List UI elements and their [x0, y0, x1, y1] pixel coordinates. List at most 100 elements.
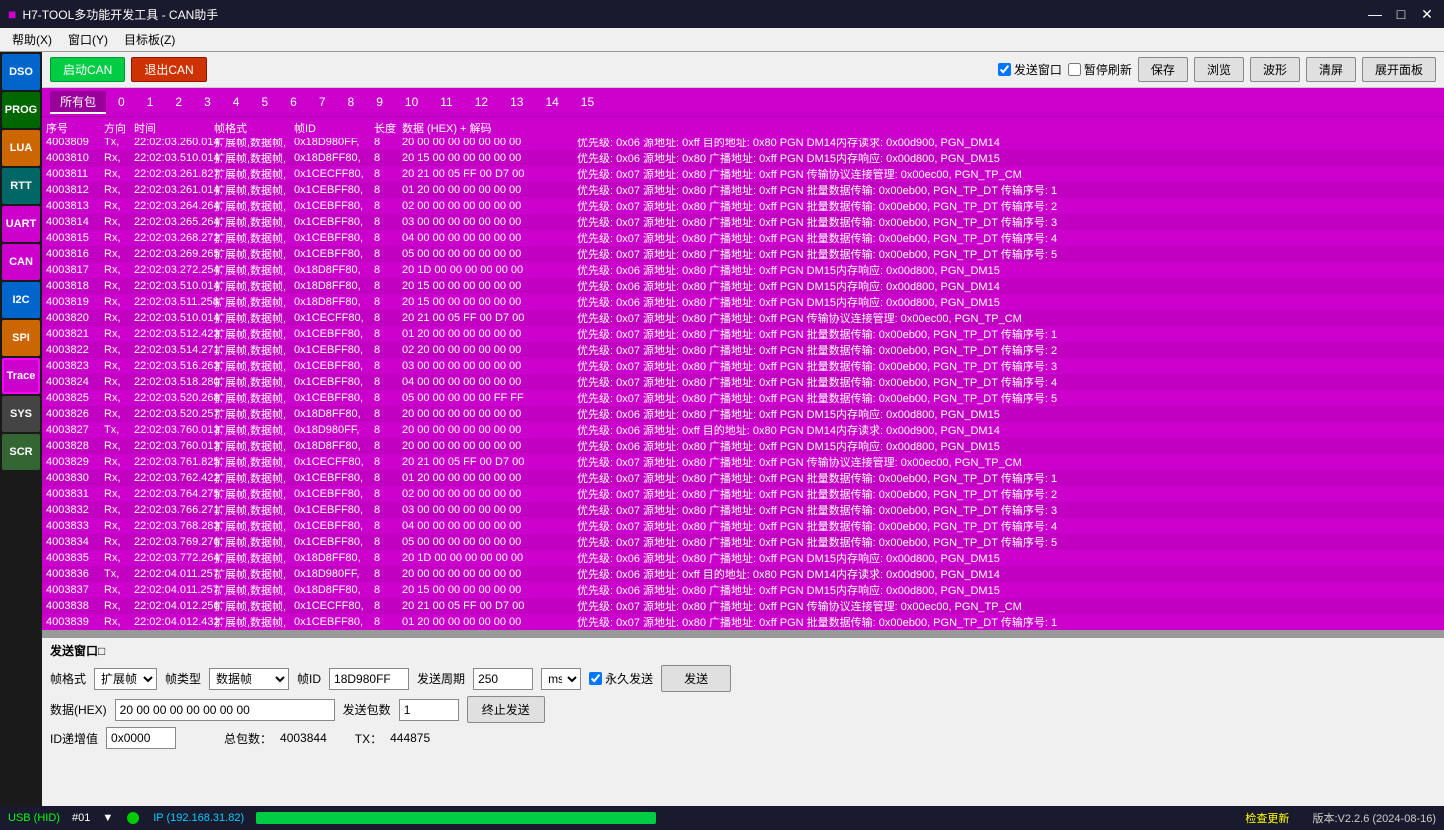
pause-checkbox[interactable] [1068, 63, 1081, 76]
filter-tab-6[interactable]: 6 [280, 93, 307, 111]
close-button[interactable]: ✕ [1418, 5, 1436, 23]
sidebar-btn-prog[interactable]: PROG [2, 92, 40, 128]
filter-tab-2[interactable]: 2 [165, 93, 192, 111]
clear-button[interactable]: 清屏 [1306, 57, 1356, 82]
filter-tab-5[interactable]: 5 [251, 93, 278, 111]
table-row[interactable]: 4003826 Rx, 22:02:03.520.257, 扩展帧,数据帧, 0… [42, 406, 1444, 422]
wave-button[interactable]: 波形 [1250, 57, 1300, 82]
browse-button[interactable]: 浏览 [1194, 57, 1244, 82]
table-row[interactable]: 4003834 Rx, 22:02:03.769.276, 扩展帧,数据帧, 0… [42, 534, 1444, 550]
table-row[interactable]: 4003839 Rx, 22:02:04.012.432, 扩展帧,数据帧, 0… [42, 614, 1444, 630]
cell-dir: Rx, [104, 296, 134, 308]
table-row[interactable]: 4003830 Rx, 22:02:03.762.422, 扩展帧,数据帧, 0… [42, 470, 1444, 486]
title-bar-controls: — □ ✕ [1366, 5, 1436, 23]
send-window-checkbox[interactable] [998, 63, 1011, 76]
cell-fmt: 扩展帧,数据帧, [214, 374, 294, 390]
table-row[interactable]: 4003833 Rx, 22:02:03.768.283, 扩展帧,数据帧, 0… [42, 518, 1444, 534]
filter-tab-15[interactable]: 15 [571, 93, 604, 111]
table-row[interactable]: 4003813 Rx, 22:02:03.264.264, 扩展帧,数据帧, 0… [42, 198, 1444, 214]
filter-all-tab[interactable]: 所有包 [50, 91, 106, 114]
cell-dir: Rx, [104, 520, 134, 532]
cell-seq: 4003835 [46, 552, 104, 564]
minimize-button[interactable]: — [1366, 5, 1384, 23]
menu-target[interactable]: 目标板(Z) [116, 29, 183, 50]
stop-can-button[interactable]: 退出CAN [131, 57, 206, 82]
save-button[interactable]: 保存 [1138, 57, 1188, 82]
filter-tab-3[interactable]: 3 [194, 93, 221, 111]
sidebar-btn-uart[interactable]: UART [2, 206, 40, 242]
table-row[interactable]: 4003818 Rx, 22:02:03.510.014, 扩展帧,数据帧, 0… [42, 278, 1444, 294]
cell-time: 22:02:03.520.268, [134, 392, 214, 404]
data-grid[interactable]: 4003807 Rx, 22:02:03.020.258, 扩展帧,数据帧, 0… [42, 138, 1444, 630]
cell-time: 22:02:03.261.827, [134, 168, 214, 180]
frame-format-select[interactable]: 扩展帧 标准帧 [94, 668, 157, 690]
start-can-button[interactable]: 启动CAN [50, 57, 125, 82]
send-count-input[interactable] [399, 699, 459, 721]
filter-tab-12[interactable]: 12 [465, 93, 498, 111]
send-interval-label: 发送周期 [417, 670, 465, 687]
sidebar-btn-can[interactable]: CAN [2, 244, 40, 280]
stop-send-button[interactable]: 终止发送 [467, 696, 545, 723]
send-interval-unit[interactable]: ms [541, 668, 581, 690]
send-window-checkbox-label: 发送窗口 [998, 61, 1062, 78]
filter-tab-14[interactable]: 14 [535, 93, 568, 111]
forever-send-checkbox[interactable] [589, 672, 602, 685]
table-row[interactable]: 4003825 Rx, 22:02:03.520.268, 扩展帧,数据帧, 0… [42, 390, 1444, 406]
table-row[interactable]: 4003822 Rx, 22:02:03.514.271, 扩展帧,数据帧, 0… [42, 342, 1444, 358]
expand-button[interactable]: 展开面板 [1362, 57, 1436, 82]
frame-id-input[interactable] [329, 668, 409, 690]
frame-type-select[interactable]: 数据帧 远程帧 [209, 668, 289, 690]
maximize-button[interactable]: □ [1392, 5, 1410, 23]
table-row[interactable]: 4003816 Rx, 22:02:03.269.265, 扩展帧,数据帧, 0… [42, 246, 1444, 262]
id-channel-input[interactable] [106, 727, 176, 749]
table-row[interactable]: 4003812 Rx, 22:02:03.261.014, 扩展帧,数据帧, 0… [42, 182, 1444, 198]
filter-tab-0[interactable]: 0 [108, 93, 135, 111]
filter-tab-8[interactable]: 8 [338, 93, 365, 111]
cell-id: 0x1CEBFF80, [294, 200, 374, 212]
filter-tab-13[interactable]: 13 [500, 93, 533, 111]
sidebar-btn-trace[interactable]: Trace [2, 358, 40, 394]
table-row[interactable]: 4003815 Rx, 22:02:03.268.272, 扩展帧,数据帧, 0… [42, 230, 1444, 246]
table-row[interactable]: 4003831 Rx, 22:02:03.764.275, 扩展帧,数据帧, 0… [42, 486, 1444, 502]
filter-tab-4[interactable]: 4 [223, 93, 250, 111]
data-hex-input[interactable] [115, 699, 335, 721]
sidebar-btn-spi[interactable]: SPI [2, 320, 40, 356]
table-row[interactable]: 4003820 Rx, 22:02:03.510.014, 扩展帧,数据帧, 0… [42, 310, 1444, 326]
send-button[interactable]: 发送 [661, 665, 731, 692]
filter-tab-11[interactable]: 11 [430, 93, 462, 111]
table-row[interactable]: 4003838 Rx, 22:02:04.012.256, 扩展帧,数据帧, 0… [42, 598, 1444, 614]
table-row[interactable]: 4003821 Rx, 22:02:03.512.423, 扩展帧,数据帧, 0… [42, 326, 1444, 342]
cell-data: 02 00 00 00 00 00 00 00 [402, 200, 577, 212]
sidebar-btn-lua[interactable]: LUA [2, 130, 40, 166]
send-interval-input[interactable] [473, 668, 533, 690]
sidebar-btn-sys[interactable]: SYS [2, 396, 40, 432]
table-row[interactable]: 4003819 Rx, 22:02:03.511.258, 扩展帧,数据帧, 0… [42, 294, 1444, 310]
table-row[interactable]: 4003828 Rx, 22:02:03.760.013, 扩展帧,数据帧, 0… [42, 438, 1444, 454]
table-row[interactable]: 4003814 Rx, 22:02:03.265.264, 扩展帧,数据帧, 0… [42, 214, 1444, 230]
menu-window[interactable]: 窗口(Y) [60, 29, 116, 50]
sidebar-btn-i2c[interactable]: I2C [2, 282, 40, 318]
filter-tab-1[interactable]: 1 [137, 93, 164, 111]
filter-tab-10[interactable]: 10 [395, 93, 428, 111]
table-row[interactable]: 4003835 Rx, 22:02:03.772.264, 扩展帧,数据帧, 0… [42, 550, 1444, 566]
table-row[interactable]: 4003823 Rx, 22:02:03.516.263, 扩展帧,数据帧, 0… [42, 358, 1444, 374]
table-row[interactable]: 4003829 Rx, 22:02:03.761.825, 扩展帧,数据帧, 0… [42, 454, 1444, 470]
table-row[interactable]: 4003809 Tx, 22:02:03.260.014, 扩展帧,数据帧, 0… [42, 138, 1444, 150]
sidebar-btn-dso[interactable]: DSO [2, 54, 40, 90]
menu-help[interactable]: 帮助(X) [4, 29, 60, 50]
sidebar-btn-scr[interactable]: SCR [2, 434, 40, 470]
table-row[interactable]: 4003836 Tx, 22:02:04.011.257, 扩展帧,数据帧, 0… [42, 566, 1444, 582]
cell-data: 20 21 00 05 FF 00 D7 00 [402, 312, 577, 324]
filter-tab-7[interactable]: 7 [309, 93, 336, 111]
table-row[interactable]: 4003824 Rx, 22:02:03.518.280, 扩展帧,数据帧, 0… [42, 374, 1444, 390]
table-row[interactable]: 4003827 Tx, 22:02:03.760.013, 扩展帧,数据帧, 0… [42, 422, 1444, 438]
table-row[interactable]: 4003811 Rx, 22:02:03.261.827, 扩展帧,数据帧, 0… [42, 166, 1444, 182]
table-row[interactable]: 4003832 Rx, 22:02:03.766.271, 扩展帧,数据帧, 0… [42, 502, 1444, 518]
table-row[interactable]: 4003837 Rx, 22:02:04.011.257, 扩展帧,数据帧, 0… [42, 582, 1444, 598]
cell-decode: 优先级: 0x07 源地址: 0x80 广播地址: 0xff PGN 传输协议连… [577, 166, 1440, 182]
sidebar-btn-rtt[interactable]: RTT [2, 168, 40, 204]
table-row[interactable]: 4003810 Rx, 22:02:03.510.014, 扩展帧,数据帧, 0… [42, 150, 1444, 166]
filter-tab-9[interactable]: 9 [366, 93, 393, 111]
check-update-button[interactable]: 检查更新 [1245, 813, 1289, 825]
table-row[interactable]: 4003817 Rx, 22:02:03.272.254, 扩展帧,数据帧, 0… [42, 262, 1444, 278]
